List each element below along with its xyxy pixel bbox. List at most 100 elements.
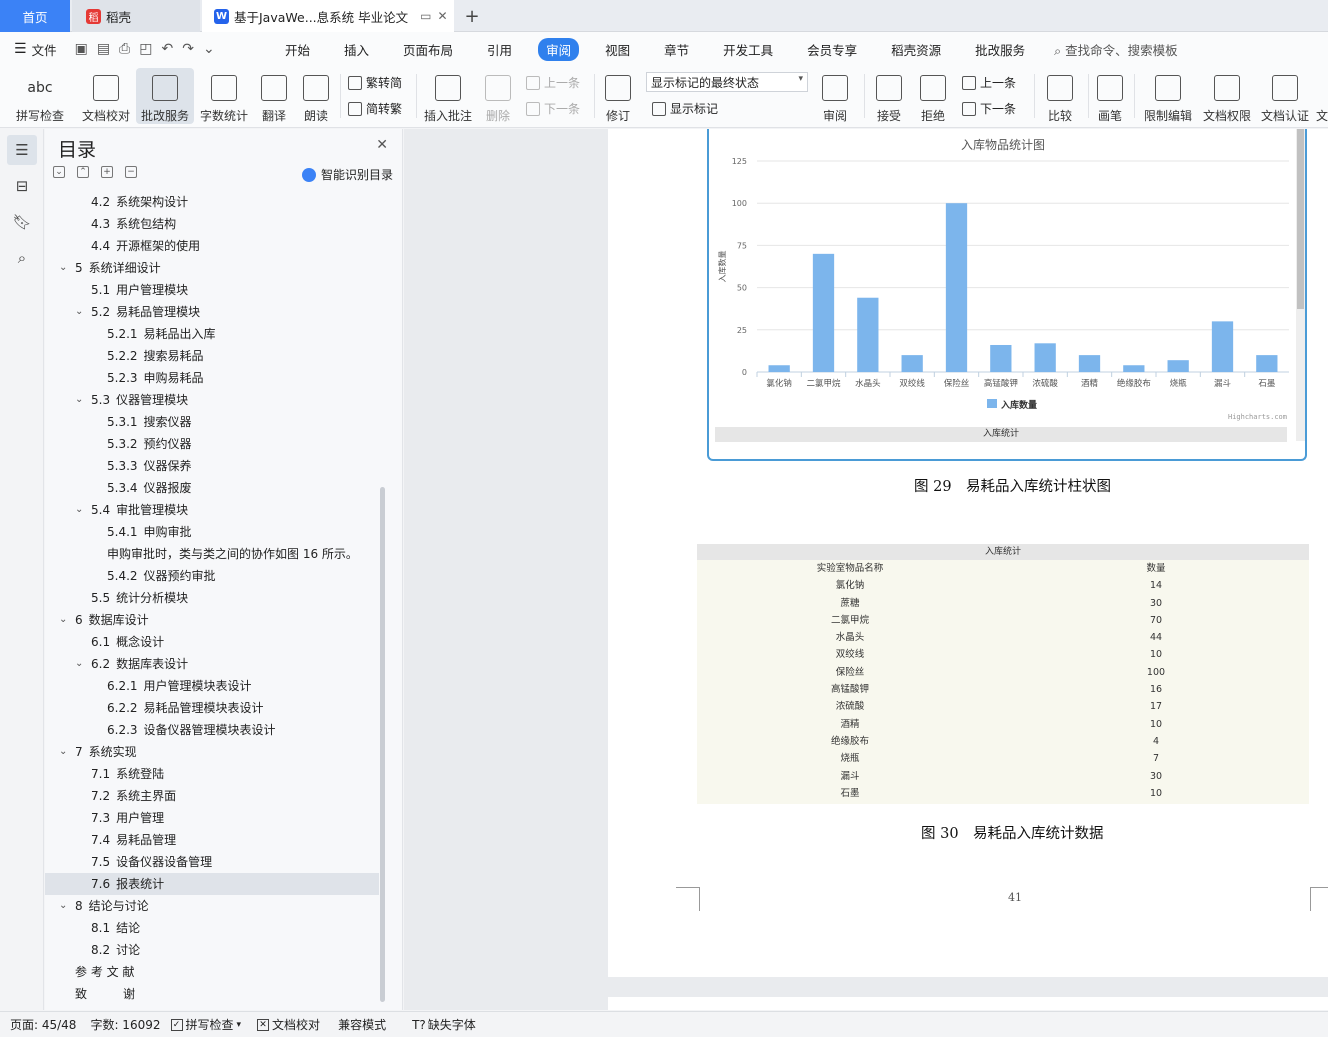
toc-item[interactable]: 5.2.2 搜索易耗品 (45, 345, 379, 367)
menu-tab-8[interactable]: 会员专享 (799, 38, 865, 61)
customize-icon[interactable]: ⌄ (203, 41, 224, 57)
compare-button[interactable]: 比较 (1040, 68, 1080, 124)
spell-check-button[interactable]: abc 拼写检查 (8, 68, 72, 124)
export-icon[interactable]: ▤ (97, 41, 119, 57)
doc-rights-button[interactable]: 文档权限 (1200, 68, 1254, 124)
review-pane-button[interactable]: 审阅 (816, 68, 854, 124)
read-aloud-button[interactable]: 朗读 (298, 68, 334, 124)
missing-font-button[interactable]: T? 缺失字体 (412, 1016, 476, 1033)
toc-item[interactable]: 5.5 统计分析模块 (45, 587, 379, 609)
show-markup-button[interactable]: 显示标记 (652, 100, 718, 117)
preview-icon[interactable]: ◰ (139, 41, 161, 57)
restrict-editing-button[interactable]: 限制编辑 (1140, 68, 1196, 124)
bookmark-icon[interactable]: 🔖︎ (7, 207, 37, 237)
doc-proof-status[interactable]: ✕ 文档校对 (257, 1016, 320, 1033)
search-icon[interactable]: ⌕ (7, 243, 37, 273)
toc-item[interactable]: 7.1 系统登陆 (45, 763, 379, 785)
markup-state-select[interactable]: 显示标记的最终状态 ▾ (646, 72, 808, 92)
menu-tab-9[interactable]: 稻壳资源 (883, 38, 949, 61)
doc-certify-button[interactable]: 文档认证 (1258, 68, 1312, 124)
tab-daoke[interactable]: 稻 稻壳 (72, 0, 200, 32)
menu-tab-7[interactable]: 开发工具 (715, 38, 781, 61)
trad-to-simp-button[interactable]: 繁转简 (348, 74, 402, 91)
reject-button[interactable]: 拒绝 (914, 68, 952, 124)
toc-item[interactable]: 5.3.1 搜索仪器 (45, 411, 379, 433)
toc-item[interactable]: 6.1 概念设计 (45, 631, 379, 653)
chevron-down-icon[interactable]: ⌄ (75, 389, 83, 411)
toc-item[interactable]: 5.3.3 仪器保养 (45, 455, 379, 477)
add-heading-icon[interactable]: + (101, 166, 113, 178)
redo-icon[interactable]: ↷ (182, 41, 203, 57)
print-icon[interactable]: ⎙ (119, 41, 139, 57)
toc-item[interactable]: ⌄ 5 系统详细设计 (45, 257, 379, 279)
pen-button[interactable]: 画笔 (1092, 68, 1128, 124)
accept-button[interactable]: 接受 (870, 68, 908, 124)
toc-item[interactable]: 5.4.2 仪器预约审批 (45, 565, 379, 587)
toc-item[interactable]: 8.1 结论 (45, 917, 379, 939)
toc-item[interactable]: 5.1 用户管理模块 (45, 279, 379, 301)
chart-scrollbar-thumb[interactable] (1297, 129, 1304, 309)
menu-tab-1[interactable]: 插入 (336, 38, 377, 61)
translate-button[interactable]: 翻译 (254, 68, 294, 124)
toc-scrollbar[interactable] (380, 487, 385, 1002)
toc-item[interactable]: ⌄ 5.2 易耗品管理模块 (45, 301, 379, 323)
toc-panel-icon[interactable]: ☰ (7, 135, 37, 165)
chapter-nav-icon[interactable]: ⊟ (7, 171, 37, 201)
toc-item[interactable]: 7.4 易耗品管理 (45, 829, 379, 851)
chevron-down-icon[interactable]: ⌄ (75, 499, 83, 521)
chevron-down-icon[interactable]: ⌄ (75, 653, 83, 675)
toc-item[interactable]: 5.4.1 申购审批 (45, 521, 379, 543)
menu-tab-0[interactable]: 开始 (277, 38, 318, 61)
smart-toc-button[interactable]: 智能识别目录 (301, 166, 393, 183)
track-changes-button[interactable]: 修订 (600, 68, 636, 124)
chevron-down-icon[interactable]: ⌄ (75, 301, 83, 323)
toc-item[interactable]: 致 谢 (45, 983, 379, 1005)
toc-item[interactable]: 7.5 设备仪器设备管理 (45, 851, 379, 873)
page-indicator[interactable]: 页面: 45/48 (10, 1016, 76, 1033)
toc-item[interactable]: 4.2 系统架构设计 (45, 191, 379, 213)
toc-item[interactable]: 5.2.1 易耗品出入库 (45, 323, 379, 345)
remove-heading-icon[interactable]: − (125, 166, 137, 178)
doc-proof-button[interactable]: 文档校对 (78, 68, 134, 124)
toc-item[interactable]: 7.3 用户管理 (45, 807, 379, 829)
toc-item[interactable]: ⌄ 6 数据库设计 (45, 609, 379, 631)
toc-item[interactable]: 6.2.2 易耗品管理模块表设计 (45, 697, 379, 719)
simp-to-trad-button[interactable]: 简转繁 (348, 100, 402, 117)
screen-icon[interactable]: ▭ (420, 9, 437, 23)
next-change-button[interactable]: 下一条 (962, 100, 1016, 117)
menu-tab-6[interactable]: 章节 (656, 38, 697, 61)
ribbon-overflow-button[interactable]: 文 (1316, 68, 1328, 124)
chevron-down-icon[interactable]: ⌄ (59, 895, 67, 917)
toc-item[interactable]: 7.6 报表统计 (45, 873, 379, 895)
word-count-button[interactable]: 字数统计 (196, 68, 252, 124)
chevron-down-icon[interactable]: ⌄ (59, 609, 67, 631)
close-icon[interactable]: ✕ (376, 137, 388, 153)
file-menu[interactable]: ☰ 文件 (14, 40, 57, 59)
chevron-down-icon[interactable]: ⌄ (59, 741, 67, 763)
undo-icon[interactable]: ↶ (161, 41, 182, 57)
toc-item[interactable]: ⌄ 6.2 数据库表设计 (45, 653, 379, 675)
insert-comment-button[interactable]: 插入批注 (420, 68, 476, 124)
toc-item[interactable]: 8.2 讨论 (45, 939, 379, 961)
chevron-down-icon[interactable]: ⌄ (59, 257, 67, 279)
toc-item[interactable]: 申购审批时，类与类之间的协作如图 16 所示。 (45, 543, 379, 565)
toc-item[interactable]: 4.3 系统包结构 (45, 213, 379, 235)
toc-item[interactable]: ⌄ 5.3 仪器管理模块 (45, 389, 379, 411)
close-tab-icon[interactable]: ✕ (437, 9, 453, 23)
menu-tab-4[interactable]: 审阅 (538, 37, 580, 61)
toc-item[interactable]: 6.2.1 用户管理模块表设计 (45, 675, 379, 697)
save-icon[interactable]: ▣ (75, 41, 97, 57)
prev-comment-button[interactable]: 上一条 (526, 74, 580, 91)
word-count-indicator[interactable]: 字数: 16092 (90, 1016, 160, 1033)
toc-item[interactable]: 7.2 系统主界面 (45, 785, 379, 807)
tab-home[interactable]: 首页 (0, 0, 70, 32)
toc-item[interactable]: 5.3.4 仪器报废 (45, 477, 379, 499)
toc-item[interactable]: 6.2.3 设备仪器管理模块表设计 (45, 719, 379, 741)
menu-tab-10[interactable]: 批改服务 (967, 38, 1033, 61)
delete-comment-button[interactable]: 删除 (478, 68, 518, 124)
spell-check-toggle[interactable]: ✓ 拼写检查 ▾ (170, 1016, 241, 1033)
menu-tab-5[interactable]: 视图 (597, 38, 638, 61)
next-comment-button[interactable]: 下一条 (526, 100, 580, 117)
toc-item[interactable]: ⌄ 8 结论与讨论 (45, 895, 379, 917)
toc-item[interactable]: ⌄ 5.4 审批管理模块 (45, 499, 379, 521)
